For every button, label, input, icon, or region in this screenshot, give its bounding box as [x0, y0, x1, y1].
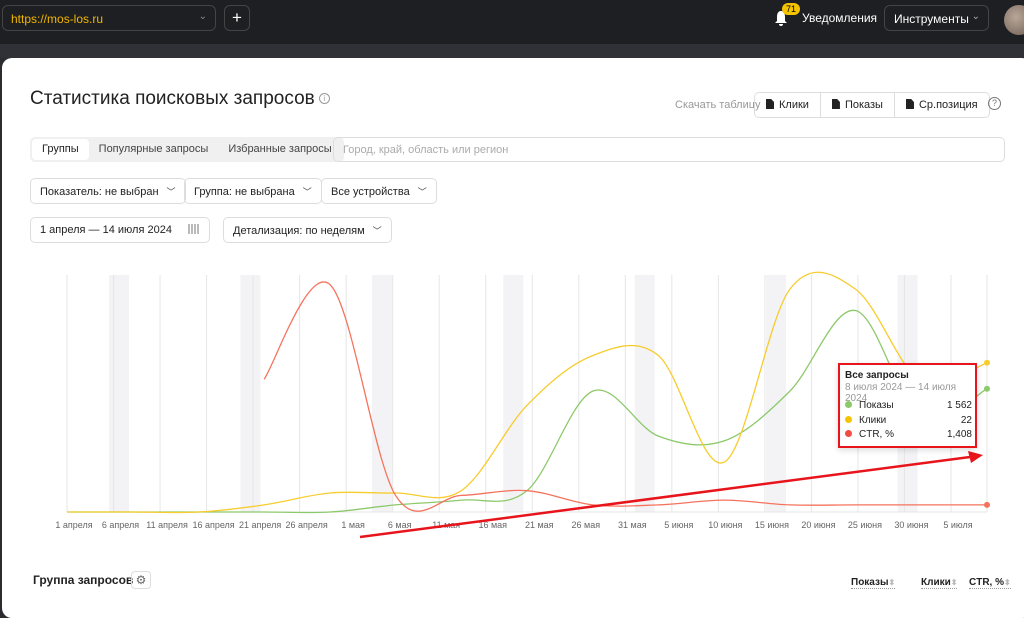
page-title: Статистика поисковых запросов i: [30, 88, 330, 110]
tooltip-row: Клики 22: [845, 415, 972, 426]
x-tick-label: 21 мая: [525, 520, 554, 530]
label: Показы: [859, 400, 894, 411]
document-icon: [905, 99, 914, 109]
label: Детализация: по неделям: [233, 225, 365, 237]
week-band: [634, 275, 655, 512]
column-clicks[interactable]: Клики⬍: [921, 577, 958, 589]
label: Клики: [859, 415, 887, 426]
x-tick-label: 6 мая: [388, 520, 412, 530]
site-url: https://mos-los.ru: [11, 12, 104, 26]
week-band: [766, 275, 787, 512]
chart-tooltip: Все запросы 8 июля 2024 — 14 июля 2024 П…: [838, 363, 977, 448]
devices-dropdown[interactable]: Все устройства ﹀: [321, 178, 437, 204]
x-tick-label: 16 апреля: [192, 520, 234, 530]
legend-dot: [845, 416, 852, 423]
x-tick-label: 21 апреля: [239, 520, 281, 530]
x-tick-label: 15 июня: [755, 520, 789, 530]
download-clicks-button[interactable]: Клики: [755, 93, 821, 117]
series-end-point: [984, 501, 990, 508]
document-icon: [766, 99, 774, 109]
label: Ср.позиция: [918, 99, 978, 111]
tab-groups[interactable]: Группы: [32, 139, 89, 160]
label: 1 апреля — 14 июля 2024: [40, 224, 172, 236]
metric-dropdown[interactable]: Показатель: не выбран ﹀: [30, 178, 186, 204]
column-ctr[interactable]: CTR, %⬍: [969, 577, 1011, 589]
label: Показатель: не выбран: [40, 186, 159, 198]
label: Показы: [851, 577, 889, 588]
x-tick-label: 31 мая: [618, 520, 647, 530]
label: Клики: [921, 577, 951, 588]
x-tick-label: 30 июня: [894, 520, 928, 530]
add-site-button[interactable]: +: [224, 5, 250, 31]
download-impressions-button[interactable]: Показы: [821, 93, 895, 117]
legend-dot: [845, 401, 852, 408]
label: Группа: не выбрана: [194, 186, 295, 198]
label: Все устройства: [331, 186, 410, 198]
document-icon: [831, 99, 840, 109]
x-tick-label: 5 июля: [943, 520, 972, 530]
label: Показы: [844, 99, 883, 111]
x-tick-label: 11 апреля: [146, 520, 188, 530]
sort-icon: ⬍: [950, 578, 958, 587]
help-icon[interactable]: ?: [988, 97, 1001, 110]
arrow-head-icon: [968, 451, 983, 463]
chevron-down-icon: ﹀: [417, 187, 427, 197]
x-tick-label: 1 апреля: [55, 520, 92, 530]
x-tick-label: 26 мая: [572, 520, 601, 530]
sort-icon: ⬍: [888, 578, 896, 587]
column-impressions[interactable]: Показы⬍: [851, 577, 896, 589]
x-tick-label: 26 апреля: [286, 520, 328, 530]
tools-menu[interactable]: Инструменты ⌄: [884, 5, 989, 31]
notification-badge: 71: [782, 3, 801, 15]
x-tick-label: 5 июня: [664, 520, 693, 530]
x-tick-label: 20 июня: [801, 520, 835, 530]
site-selector[interactable]: https://mos-los.ru ⌄: [2, 5, 216, 31]
week-band: [240, 275, 261, 512]
legend-dot: [845, 430, 852, 437]
notifications-link[interactable]: Уведомления: [802, 11, 877, 25]
info-icon[interactable]: i: [318, 93, 330, 105]
week-band: [109, 275, 129, 512]
chevron-down-icon: ﹀: [372, 226, 382, 236]
x-tick-label: 6 апреля: [102, 520, 139, 530]
chevron-down-icon: ﹀: [166, 187, 176, 197]
tab-popular[interactable]: Популярные запросы: [89, 139, 219, 160]
chevron-down-icon: ﹀: [302, 187, 312, 197]
x-tick-label: 25 июня: [848, 520, 882, 530]
label: CTR, %: [859, 429, 894, 440]
sort-icon: ⬍: [1004, 578, 1011, 587]
date-range-input[interactable]: 1 апреля — 14 июля 2024: [30, 217, 210, 243]
download-buttons: Клики Показы Ср.позиция: [754, 92, 990, 118]
group-dropdown[interactable]: Группа: не выбрана ﹀: [184, 178, 322, 204]
x-tick-label: 1 мая: [341, 520, 365, 530]
header-band: [0, 44, 1024, 58]
series-end-point: [984, 359, 990, 366]
value: 1,408: [946, 429, 972, 440]
chevron-down-icon: ⌄: [198, 11, 207, 22]
tabs: Группы Популярные запросы Избранные запр…: [30, 137, 344, 162]
download-position-button[interactable]: Ср.позиция: [895, 93, 989, 117]
calendar-icon[interactable]: [188, 224, 200, 234]
tooltip-row: Показы 1 562: [845, 400, 972, 411]
week-band: [371, 275, 392, 512]
detail-dropdown[interactable]: Детализация: по неделям ﹀: [223, 217, 392, 243]
x-tick-label: 10 июня: [708, 520, 742, 530]
tab-favorites[interactable]: Избранные запросы: [218, 139, 341, 160]
gear-icon[interactable]: ⚙: [131, 571, 151, 589]
page-title-text: Статистика поисковых запросов: [30, 88, 315, 109]
tools-label: Инструменты: [894, 12, 969, 26]
region-input[interactable]: Город, край, область или регион: [333, 137, 1005, 162]
value: 1 562: [946, 400, 972, 411]
table-title: Группа запросов: [33, 573, 134, 587]
download-label: Скачать таблицу: [675, 99, 761, 111]
value: 22: [960, 415, 972, 426]
chevron-down-icon: ⌄: [971, 11, 980, 22]
series-end-point: [984, 385, 990, 392]
label: CTR, %: [969, 577, 1004, 588]
tooltip-row: CTR, % 1,408: [845, 429, 972, 440]
week-band: [503, 275, 524, 512]
label: Клики: [779, 99, 809, 111]
tooltip-title: Все запросы: [845, 370, 909, 381]
